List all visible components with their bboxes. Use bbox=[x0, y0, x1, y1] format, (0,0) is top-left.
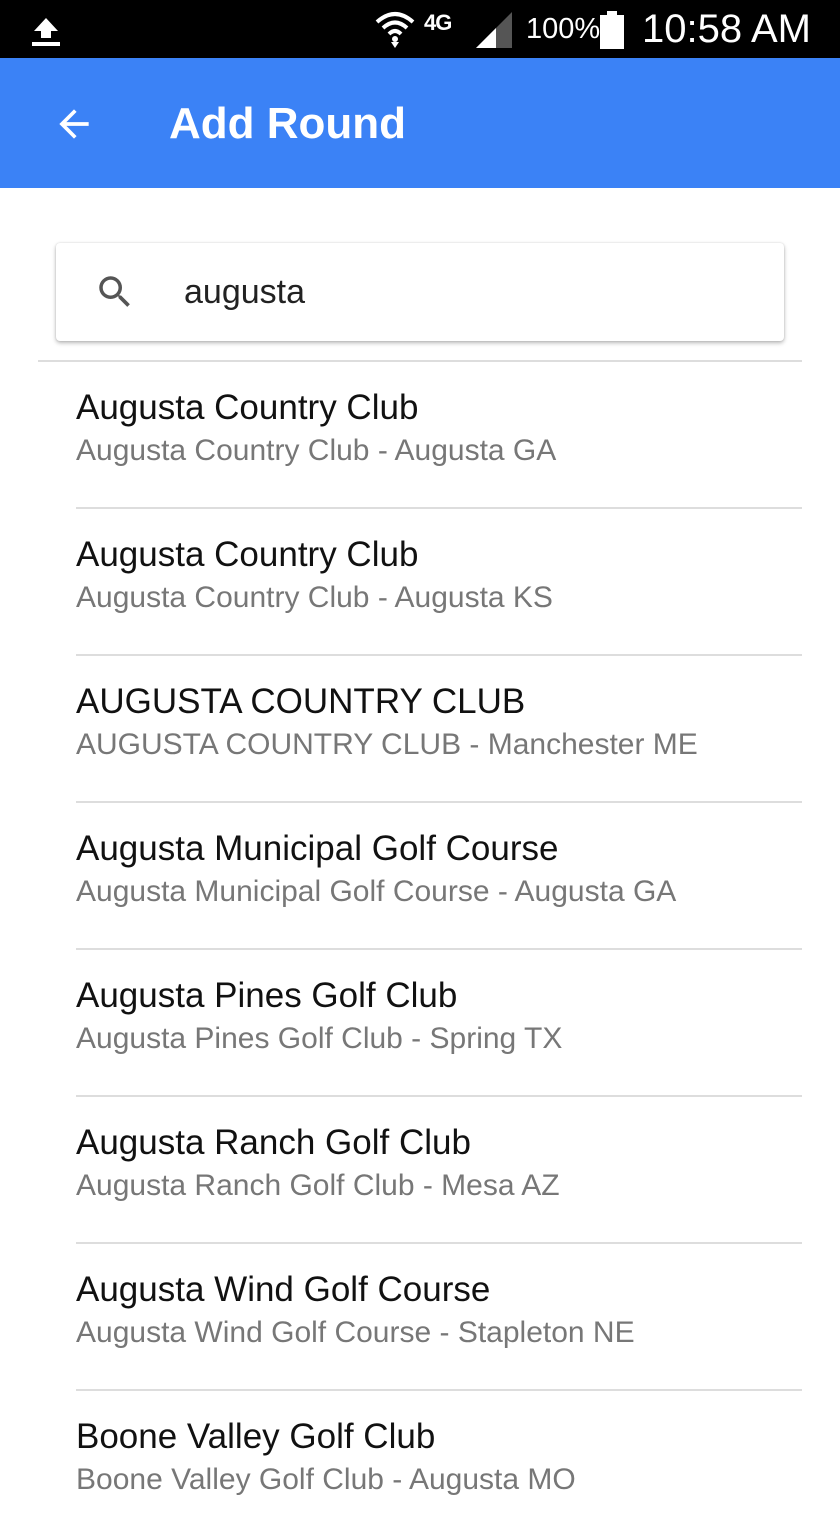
course-name: Augusta Wind Golf Course bbox=[76, 1270, 491, 1309]
course-name: Augusta Country Club bbox=[76, 388, 419, 427]
battery-icon bbox=[600, 11, 624, 49]
course-name: Augusta Ranch Golf Club bbox=[76, 1123, 471, 1162]
list-item[interactable]: Boone Valley Golf Club Boone Valley Golf … bbox=[0, 1391, 840, 1538]
list-item[interactable]: Augusta Country Club Augusta Country Club… bbox=[0, 509, 840, 656]
search-input[interactable] bbox=[184, 267, 744, 317]
course-name: Boone Valley Golf Club bbox=[76, 1417, 436, 1456]
course-location: Augusta Country Club - Augusta GA bbox=[76, 434, 557, 467]
list-item[interactable]: Augusta Ranch Golf Club Augusta Ranch Gol… bbox=[0, 1097, 840, 1244]
course-location: AUGUSTA COUNTRY CLUB - Manchester ME bbox=[76, 728, 698, 761]
course-results-list: Augusta Country Club Augusta Country Club… bbox=[0, 362, 840, 1538]
list-item[interactable]: Augusta Municipal Golf Course Augusta Mun… bbox=[0, 803, 840, 950]
course-location: Augusta Ranch Golf Club - Mesa AZ bbox=[76, 1169, 560, 1202]
course-name: AUGUSTA COUNTRY CLUB bbox=[76, 682, 526, 721]
list-item[interactable]: Augusta Wind Golf Course Augusta Wind Gol… bbox=[0, 1244, 840, 1391]
app-bar: Add Round bbox=[0, 58, 840, 188]
course-name: Augusta Country Club bbox=[76, 535, 419, 574]
list-item[interactable]: Augusta Country Club Augusta Country Club… bbox=[0, 362, 840, 509]
page-title: Add Round bbox=[169, 99, 407, 148]
wifi-icon bbox=[375, 12, 415, 48]
back-button[interactable] bbox=[38, 88, 110, 160]
search-icon[interactable] bbox=[94, 271, 136, 313]
network-type-label: 4G bbox=[424, 10, 452, 35]
course-location: Augusta Municipal Golf Course - Augusta … bbox=[76, 875, 677, 908]
course-location: Augusta Pines Golf Club - Spring TX bbox=[76, 1022, 563, 1055]
course-name: Augusta Municipal Golf Course bbox=[76, 829, 559, 868]
course-location: Boone Valley Golf Club - Augusta MO bbox=[76, 1463, 576, 1496]
arrow-back-icon bbox=[59, 109, 89, 139]
course-name: Augusta Pines Golf Club bbox=[76, 976, 458, 1015]
upload-icon bbox=[32, 18, 60, 46]
course-location: Augusta Wind Golf Course - Stapleton NE bbox=[76, 1316, 635, 1349]
list-item[interactable]: AUGUSTA COUNTRY CLUB AUGUSTA COUNTRY CLUB… bbox=[0, 656, 840, 803]
list-item[interactable]: Augusta Pines Golf Club Augusta Pines Gol… bbox=[0, 950, 840, 1097]
signal-icon bbox=[476, 12, 512, 48]
status-clock: 10:58 AM bbox=[642, 7, 812, 51]
search-bar bbox=[56, 243, 784, 341]
status-bar: 4G 100% 10:58 AM bbox=[0, 0, 840, 58]
battery-percent: 100% bbox=[526, 13, 601, 45]
course-location: Augusta Country Club - Augusta KS bbox=[76, 581, 553, 614]
